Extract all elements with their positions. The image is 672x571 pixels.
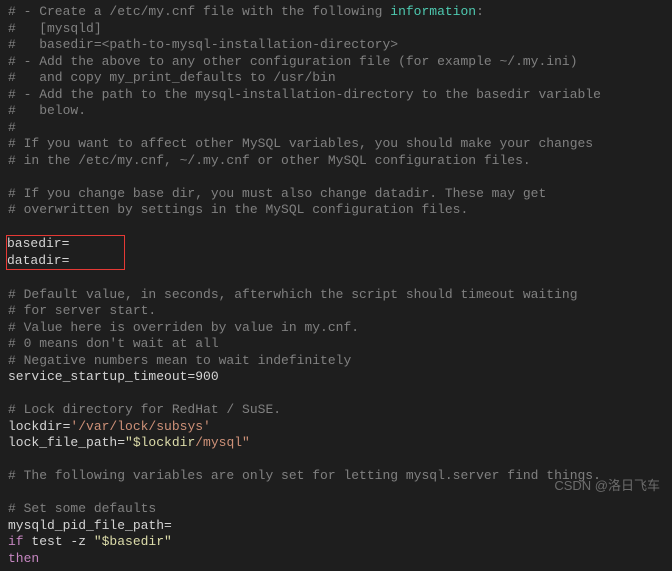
code-line: # Lock directory for RedHat / SuSE. bbox=[8, 402, 281, 417]
code-line: then bbox=[8, 551, 39, 566]
code-line: # Default value, in seconds, afterwhich … bbox=[8, 287, 578, 302]
code-line: # The following variables are only set f… bbox=[8, 468, 601, 483]
code-line: # overwritten by settings in the MySQL c… bbox=[8, 202, 468, 217]
code-line: # basedir=<path-to-mysql-installation-di… bbox=[8, 37, 398, 52]
code-line: # bbox=[8, 120, 16, 135]
code-line: # If you want to affect other MySQL vari… bbox=[8, 136, 593, 151]
code-line: # Set some defaults bbox=[8, 501, 156, 516]
code-line: lock_file_path="$lockdir/mysql" bbox=[8, 435, 250, 450]
code-line: # - Create a /etc/my.cnf file with the f… bbox=[8, 4, 484, 19]
code-line: if test -z "$basedir" bbox=[8, 534, 172, 549]
code-line: # and copy my_print_defaults to /usr/bin bbox=[8, 70, 336, 85]
code-line: # below. bbox=[8, 103, 86, 118]
code-line: service_startup_timeout=900 bbox=[8, 369, 219, 384]
watermark: CSDN @洛日飞车 bbox=[554, 478, 660, 495]
code-line: # - Add the above to any other configura… bbox=[8, 54, 578, 69]
config-datadir: datadir= bbox=[7, 253, 69, 268]
code-line: # in the /etc/my.cnf, ~/.my.cnf or other… bbox=[8, 153, 531, 168]
config-basedir: basedir= bbox=[7, 236, 69, 251]
code-line: # - Add the path to the mysql-installati… bbox=[8, 87, 601, 102]
code-line: mysqld_pid_file_path= bbox=[8, 518, 172, 533]
code-line: # Negative numbers mean to wait indefini… bbox=[8, 353, 351, 368]
code-line: # for server start. bbox=[8, 303, 156, 318]
highlight-box: basedir= datadir= bbox=[6, 235, 125, 270]
code-line: # [mysqld] bbox=[8, 21, 102, 36]
code-line: lockdir='/var/lock/subsys' bbox=[8, 419, 211, 434]
code-line: # Value here is overriden by value in my… bbox=[8, 320, 359, 335]
code-line: # 0 means don't wait at all bbox=[8, 336, 219, 351]
code-line: # If you change base dir, you must also … bbox=[8, 186, 546, 201]
